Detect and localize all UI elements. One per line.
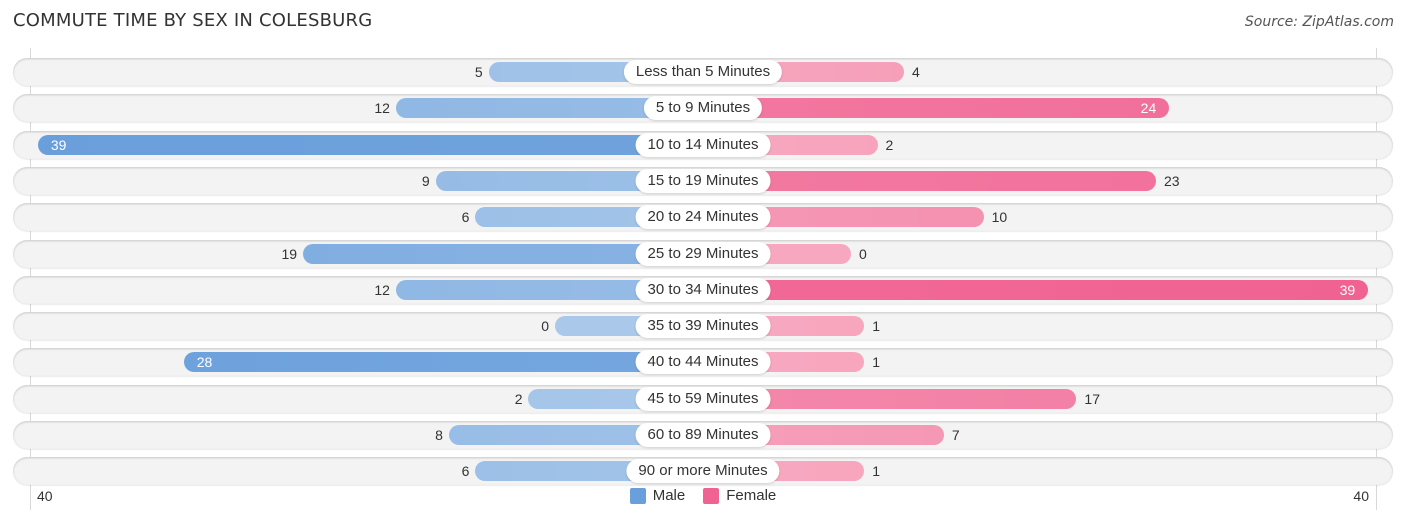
chart-title: COMMUTE TIME BY SEX IN COLESBURG [13,10,373,31]
value-label-male: 6 [461,209,470,225]
legend: Male Female [0,487,1406,504]
value-label-female: 2 [885,137,894,153]
legend-swatch-male [629,487,646,504]
category-label: 40 to 44 Minutes [635,350,771,374]
value-label-female: 1 [872,463,881,479]
category-label: 35 to 39 Minutes [635,314,771,338]
legend-label-female: Female [726,487,777,504]
value-label-female: 17 [1084,391,1100,407]
value-label-male: 39 [50,137,67,153]
value-label-female: 24 [1140,100,1157,116]
value-label-female: 1 [872,318,881,334]
value-label-male: 2 [514,391,523,407]
value-label-male: 9 [421,173,430,189]
value-label-male: 6 [461,463,470,479]
value-label-male: 8 [435,427,443,443]
value-label-male: 12 [374,282,390,298]
bar-male[interactable] [37,135,703,155]
source-label: Source: ZipAtlas.com [1244,14,1394,30]
legend-label-male: Male [652,487,686,504]
category-label: 90 or more Minutes [626,459,780,483]
category-label: 45 to 59 Minutes [635,387,771,411]
value-label-female: 23 [1163,173,1180,189]
bar-female[interactable] [703,98,1170,118]
legend-item-female[interactable]: Female [703,487,776,504]
value-label-male: 12 [374,100,390,116]
category-label: 5 to 9 Minutes [643,96,763,120]
category-label: 25 to 29 Minutes [635,242,771,266]
value-label-female: 0 [859,246,867,262]
bar-female[interactable] [703,280,1369,300]
value-label-female: 39 [1339,282,1356,298]
legend-swatch-female [703,487,720,504]
category-label: 20 to 24 Minutes [635,205,771,229]
category-label: 15 to 19 Minutes [635,169,771,193]
category-label: 60 to 89 Minutes [635,423,771,447]
value-label-female: 4 [912,64,920,80]
value-label-male: 19 [281,246,298,262]
bar-male[interactable] [183,352,703,372]
value-label-male: 5 [474,64,483,80]
category-label: 10 to 14 Minutes [635,133,771,157]
bar-female[interactable] [703,171,1156,191]
value-label-male: 28 [196,354,213,370]
value-label-female: 10 [991,209,1008,225]
value-label-female: 1 [872,354,881,370]
category-label: Less than 5 Minutes [623,60,783,84]
category-label: 30 to 34 Minutes [635,278,771,302]
legend-item-male[interactable]: Male [629,487,686,504]
value-label-male: 0 [541,318,549,334]
value-label-female: 7 [951,427,960,443]
